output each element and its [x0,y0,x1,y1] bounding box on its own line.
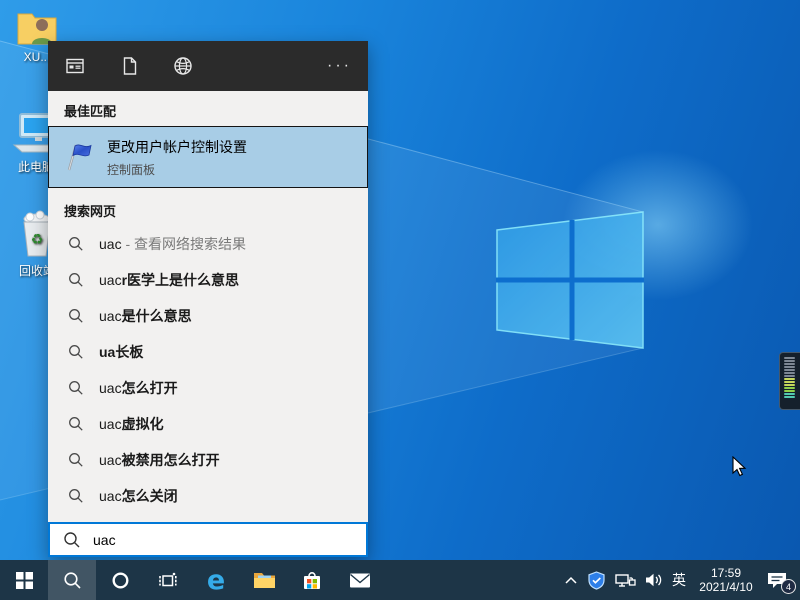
mouse-cursor [729,456,749,478]
web-suggestion-row[interactable]: uac是什么意思 [48,298,368,334]
document-icon [119,56,139,76]
search-suggestion-icon [68,236,84,252]
taskbar: e [0,560,800,600]
mail-button[interactable] [336,560,384,600]
search-suggestion-icon [68,272,84,288]
suggestion-text: uac是什么意思 [99,306,192,326]
uac-flag-icon [62,141,94,173]
store-button[interactable] [288,560,336,600]
file-explorer-icon [253,571,276,590]
filter-tab-apps[interactable] [64,55,86,77]
system-tray: 英 17:59 2021/4/10 4 [564,560,800,600]
taskbar-search-button[interactable] [48,560,96,600]
taskbar-clock[interactable]: 17:59 2021/4/10 [695,566,757,594]
clock-date: 2021/4/10 [695,580,757,594]
filter-tab-web[interactable] [172,55,194,77]
docked-meter-widget[interactable] [779,352,800,410]
web-suggestion-row[interactable]: uac怎么关闭 [48,478,368,514]
file-explorer-button[interactable] [240,560,288,600]
mail-icon [349,572,371,589]
notification-badge: 4 [781,579,796,594]
tray-chevron-up-icon[interactable] [564,575,578,586]
suggestion-text: uac怎么关闭 [99,486,178,506]
apps-window-icon [65,56,85,76]
globe-icon [172,55,194,77]
best-match-section-label: 最佳匹配 [64,101,368,120]
web-suggestion-row[interactable]: ua长板 [48,334,368,370]
edge-icon: e [207,567,225,594]
search-suggestion-icon [68,488,84,504]
web-suggestion-row[interactable]: uac被禁用怎么打开 [48,442,368,478]
filter-tab-documents[interactable] [118,55,140,77]
search-input[interactable] [93,532,366,548]
task-view-button[interactable] [144,560,192,600]
search-icon [63,531,81,549]
start-search-panel: ··· 最佳匹配 更改用户帐户控制设置 控制面板 搜索网页 uac - 查看网络… [48,41,368,557]
suggestion-text: uac - 查看网络搜索结果 [99,234,246,254]
search-suggestion-icon [68,380,84,396]
search-suggestion-icon [68,416,84,432]
start-button[interactable] [0,560,48,600]
clock-time: 17:59 [695,566,757,580]
web-suggestions: uac - 查看网络搜索结果 uacr医学上是什么意思 uac是什么意思 ua长… [48,226,368,514]
suggestion-text: uac虚拟化 [99,414,164,434]
search-filter-bar: ··· [48,41,368,91]
web-suggestion-row[interactable]: uac虚拟化 [48,406,368,442]
web-suggestion-row[interactable]: uac - 查看网络搜索结果 [48,226,368,262]
cortana-button[interactable] [96,560,144,600]
search-box [48,522,368,557]
web-suggestion-row[interactable]: uac怎么打开 [48,370,368,406]
suggestion-text: uac被禁用怎么打开 [99,450,220,470]
task-view-icon [158,571,178,590]
tray-security-shield-icon[interactable] [587,571,606,590]
web-suggestion-row[interactable]: uacr医学上是什么意思 [48,262,368,298]
web-section-label: 搜索网页 [64,201,368,220]
suggestion-text: ua长板 [99,342,143,362]
windows-start-icon [16,572,33,589]
edge-button[interactable]: e [192,560,240,600]
svg-text:♻: ♻ [31,231,44,247]
best-match-result[interactable]: 更改用户帐户控制设置 控制面板 [48,126,368,188]
search-icon [63,571,82,590]
suggestion-text: uacr医学上是什么意思 [99,270,239,290]
best-match-subtitle: 控制面板 [107,161,247,178]
cortana-icon [111,571,130,590]
best-match-title: 更改用户帐户控制设置 [107,137,247,157]
tray-network-icon[interactable] [615,572,636,589]
search-suggestion-icon [68,452,84,468]
tray-volume-icon[interactable] [645,572,663,588]
suggestion-text: uac怎么打开 [99,378,178,398]
search-suggestion-icon [68,344,84,360]
tray-ime-indicator[interactable]: 英 [672,570,686,590]
microsoft-store-icon [301,570,323,591]
action-center-button[interactable]: 4 [766,569,792,591]
search-suggestion-icon [68,308,84,324]
more-options-icon[interactable]: ··· [327,61,352,71]
